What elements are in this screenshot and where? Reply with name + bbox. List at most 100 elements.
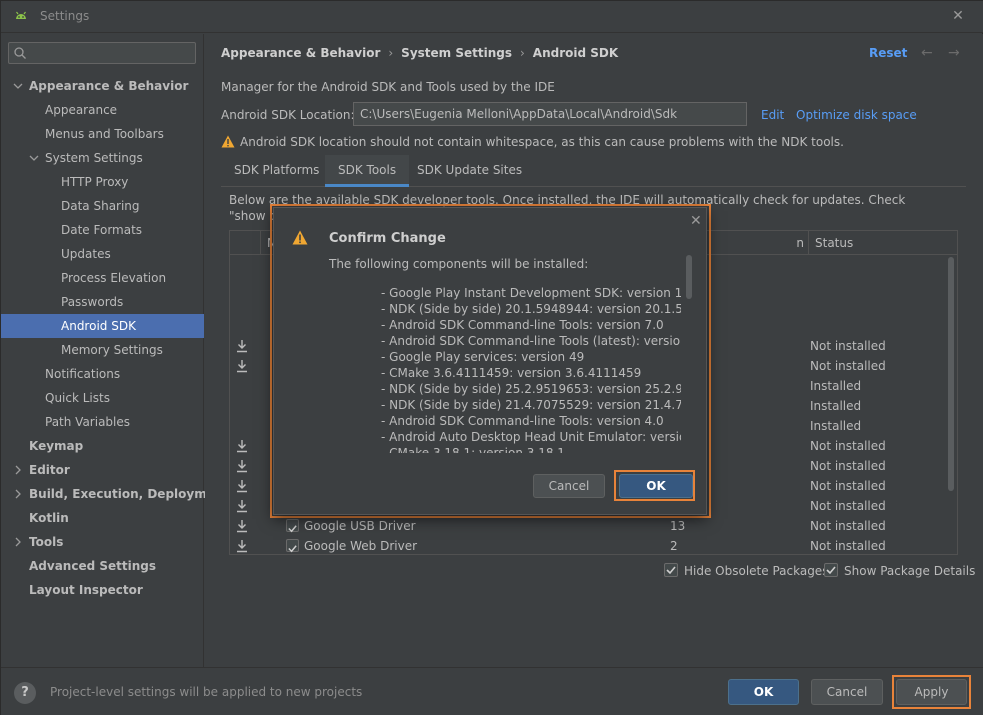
row-checkbox[interactable] [286, 519, 299, 533]
search-icon [14, 47, 26, 59]
download-icon [237, 480, 247, 493]
warning-text: Android SDK location should not contain … [240, 135, 844, 149]
tab-sdk-tools[interactable]: SDK Tools [325, 155, 410, 187]
hide-obsolete-label[interactable]: Hide Obsolete Packages [684, 564, 828, 578]
sidebar-item-label: Path Variables [45, 415, 131, 429]
breadcrumb-item[interactable]: System Settings [401, 46, 512, 60]
column-header-status[interactable]: Status [808, 231, 957, 255]
cell-version: 2 [670, 539, 678, 553]
sidebar-item-memory-settings[interactable]: Memory Settings [1, 338, 204, 362]
sidebar-item-menus-and-toolbars[interactable]: Menus and Toolbars [1, 122, 204, 146]
sidebar-item-quick-lists[interactable]: Quick Lists [1, 386, 204, 410]
table-scrollbar[interactable] [948, 257, 954, 491]
chevron-down-icon[interactable] [13, 81, 23, 91]
component-item: - CMake 3.18.1: version 3.18.1 [381, 446, 565, 453]
cell-status: Not installed [810, 499, 886, 513]
cell-status: Installed [810, 379, 862, 393]
sidebar-item-label: Passwords [61, 295, 124, 309]
whitespace-warning: Android SDK location should not contain … [221, 135, 844, 149]
sidebar-item-data-sharing[interactable]: Data Sharing [1, 194, 204, 218]
sdk-location-field[interactable]: C:\Users\Eugenia Melloni\AppData\Local\A… [353, 102, 747, 126]
help-icon[interactable]: ? [14, 682, 36, 704]
sidebar-item-keymap[interactable]: Keymap [1, 434, 204, 458]
optimize-disk-link[interactable]: Optimize disk space [796, 108, 917, 122]
chevron-right-icon[interactable] [13, 465, 23, 475]
cell-status: Not installed [810, 339, 886, 353]
sidebar-item-path-variables[interactable]: Path Variables [1, 410, 204, 434]
sidebar-item-http-proxy[interactable]: HTTP Proxy [1, 170, 204, 194]
sidebar-item-appearance[interactable]: Appearance [1, 98, 204, 122]
component-item: - Google Play services: version 49 [381, 350, 585, 364]
sidebar-item-process-elevation[interactable]: Process Elevation [1, 266, 204, 290]
edit-link[interactable]: Edit [761, 108, 784, 122]
close-icon[interactable]: ✕ [690, 213, 702, 229]
check-icon [826, 566, 836, 575]
dialog-scrollbar[interactable] [686, 255, 692, 299]
cell-status: Not installed [810, 519, 886, 533]
cell-status: Not installed [810, 359, 886, 373]
sidebar-item-label: HTTP Proxy [61, 175, 129, 189]
hide-obsolete-checkbox[interactable] [664, 563, 678, 577]
sidebar-item-tools[interactable]: Tools [1, 530, 204, 554]
cancel-button[interactable]: Cancel [811, 679, 883, 705]
sdk-location-label: Android SDK Location: [221, 108, 355, 122]
arrow-right-icon[interactable]: → [948, 45, 960, 61]
sidebar-item-kotlin[interactable]: Kotlin [1, 506, 204, 530]
sidebar-item-appearance-behavior[interactable]: Appearance & Behavior [1, 74, 204, 98]
close-icon[interactable]: ✕ [949, 7, 967, 25]
table-row[interactable]: Google USB Driver 13 Not installed [230, 516, 945, 536]
chevron-down-icon[interactable] [29, 153, 39, 163]
component-item: - Android SDK Command-line Tools: versio… [381, 318, 664, 332]
android-icon [16, 11, 26, 19]
download-icon [237, 440, 247, 453]
cell-status: Not installed [810, 539, 886, 553]
sidebar-item-build-execution-deployment[interactable]: Build, Execution, Deployment [1, 482, 229, 506]
components-list: - Google Play Instant Development SDK: v… [381, 285, 681, 453]
component-item: - NDK (Side by side) 25.2.9519653: versi… [381, 382, 681, 396]
sidebar-item-notifications[interactable]: Notifications [1, 362, 204, 386]
ok-button[interactable]: OK [728, 679, 799, 705]
chevron-right-icon[interactable] [13, 489, 23, 499]
cell-status: Installed [810, 419, 862, 433]
window-title: Settings [40, 9, 90, 23]
sidebar-item-advanced-settings[interactable]: Advanced Settings [1, 554, 204, 578]
download-icon [237, 340, 247, 353]
tab-sdk-platforms[interactable]: SDK Platforms [221, 155, 332, 187]
component-item: - Android SDK Command-line Tools (latest… [381, 334, 681, 348]
dialog-footer: ? Project-level settings will be applied… [1, 667, 983, 715]
arrow-left-icon[interactable]: ← [921, 45, 933, 61]
sidebar-item-label: Updates [61, 247, 111, 261]
tab-sdk-update-sites[interactable]: SDK Update Sites [404, 155, 535, 187]
row-checkbox[interactable] [286, 539, 299, 553]
sidebar-item-date-formats[interactable]: Date Formats [1, 218, 204, 242]
sidebar-item-updates[interactable]: Updates [1, 242, 204, 266]
chevron-right-icon[interactable] [13, 537, 23, 547]
cell-status: Installed [810, 399, 862, 413]
show-details-checkbox[interactable] [824, 563, 838, 577]
sidebar-item-label: System Settings [45, 151, 143, 165]
sidebar-item-layout-inspector[interactable]: Layout Inspector [1, 578, 204, 602]
show-details-label[interactable]: Show Package Details [844, 564, 975, 578]
sidebar-item-editor[interactable]: Editor [1, 458, 204, 482]
breadcrumb: Appearance & Behavior › System Settings › An… [221, 46, 619, 60]
sidebar-item-system-settings[interactable]: System Settings [1, 146, 204, 170]
sidebar-item-android-sdk[interactable]: Android SDK [1, 314, 204, 338]
sdk-tabs: SDK Platforms SDK Tools SDK Update Sites [221, 155, 966, 187]
check-icon [288, 545, 297, 553]
dialog-message: The following components will be install… [329, 257, 589, 271]
component-item: - CMake 3.6.4111459: version 3.6.4111459 [381, 366, 642, 380]
sidebar-item-label: Date Formats [61, 223, 143, 237]
apply-highlight [892, 675, 971, 709]
component-item: - NDK (Side by side) 21.4.7075529: versi… [381, 398, 681, 412]
dialog-cancel-button[interactable]: Cancel [533, 474, 605, 498]
sidebar-item-label: Advanced Settings [29, 559, 157, 573]
breadcrumb-item: Android SDK [532, 46, 619, 60]
search-input[interactable] [8, 42, 196, 64]
cell-status: Not installed [810, 439, 886, 453]
table-row[interactable]: Google Web Driver 2 Not installed [230, 536, 945, 556]
sidebar-item-label: Appearance [45, 103, 118, 117]
breadcrumb-item[interactable]: Appearance & Behavior [221, 46, 380, 60]
sidebar-item-passwords[interactable]: Passwords [1, 290, 204, 314]
cell-status: Not installed [810, 459, 886, 473]
reset-link[interactable]: Reset [869, 46, 907, 60]
